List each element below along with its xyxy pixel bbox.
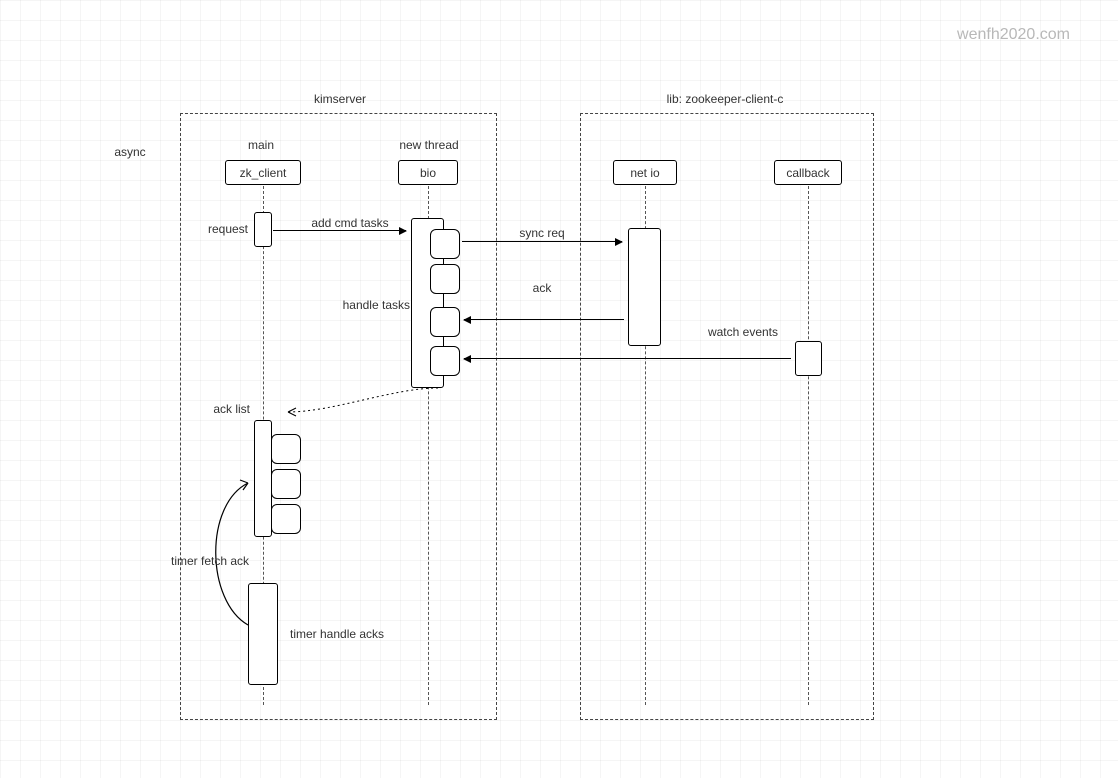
- lane-bio-label: bio: [420, 166, 436, 180]
- label-watch: watch events: [698, 325, 788, 339]
- group-zklib: [580, 113, 874, 720]
- bio-task-4: [430, 346, 460, 376]
- activation-zkclient: [254, 212, 272, 247]
- lane-netio: net io: [613, 160, 677, 185]
- ack-box-1: [271, 434, 301, 464]
- label-ack: ack: [522, 281, 562, 295]
- label-zklib: lib: zookeeper-client-c: [630, 92, 820, 106]
- arrow-add-cmd: [273, 230, 406, 231]
- label-timer-handle: timer handle acks: [290, 627, 410, 641]
- watermark: wenfh2020.com: [957, 26, 1070, 44]
- ack-box-2: [271, 469, 301, 499]
- bio-task-1: [430, 229, 460, 259]
- bio-task-3: [430, 307, 460, 337]
- ack-box-3: [271, 504, 301, 534]
- dotted-path-acklist: [263, 384, 445, 420]
- lane-zkclient-label: zk_client: [240, 166, 287, 180]
- arrow-ack: [464, 319, 624, 320]
- label-ack-list: ack list: [198, 402, 250, 416]
- label-add-cmd: add cmd tasks: [300, 216, 400, 230]
- activation-callback: [795, 341, 822, 376]
- lane-bio: bio: [398, 160, 458, 185]
- arrow-watch: [464, 358, 791, 359]
- activation-netio: [628, 228, 661, 346]
- lane-netio-label: net io: [630, 166, 659, 180]
- arrow-timer-fetch: [198, 475, 268, 630]
- label-async: async: [100, 145, 160, 159]
- lifeline-callback: [808, 186, 809, 705]
- label-sync-req: sync req: [512, 226, 572, 240]
- label-request: request: [193, 222, 248, 236]
- bio-task-2: [430, 264, 460, 294]
- lane-callback-label: callback: [786, 166, 829, 180]
- lane-zkclient: zk_client: [225, 160, 301, 185]
- label-timer-fetch: timer fetch ack: [160, 554, 260, 568]
- label-new-thread: new thread: [389, 138, 469, 152]
- label-main: main: [231, 138, 291, 152]
- arrow-sync-req: [462, 241, 622, 242]
- label-handle-tasks: handle tasks: [320, 298, 410, 312]
- lane-callback: callback: [774, 160, 842, 185]
- diagram-stage: wenfh2020.com kimserver lib: zookeeper-c…: [0, 0, 1118, 778]
- label-kimserver: kimserver: [290, 92, 390, 106]
